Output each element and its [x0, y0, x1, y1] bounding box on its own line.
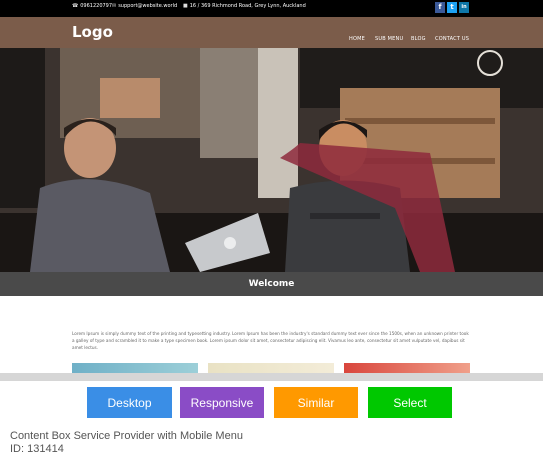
desktop-button[interactable]: Desktop [87, 387, 172, 418]
content-box-thumbnail[interactable] [344, 363, 470, 373]
content-box-thumbnail[interactable] [208, 363, 334, 373]
nav-item-blog[interactable]: BLOG [411, 36, 426, 42]
street-address: 16 / 369 Richmond Road, Grey Lynn, Auckl… [189, 3, 306, 9]
main-navbar: Logo HOME SUB MENU BLOG CONTACT US [0, 17, 543, 48]
nav-item-sub-menu[interactable]: SUB MENU [375, 36, 403, 42]
select-button[interactable]: Select [368, 387, 452, 418]
responsive-button[interactable]: Responsive [180, 387, 264, 418]
linkedin-icon[interactable]: in [459, 2, 469, 13]
welcome-bar: Welcome [0, 272, 543, 296]
content-box-thumbnail[interactable] [72, 363, 198, 373]
envelope-icon: ✉ [112, 3, 117, 9]
nav-item-home[interactable]: HOME [349, 36, 365, 42]
top-contact-bar: ☎ 0961220797 ✉ support@website.world ■ 1… [0, 0, 543, 17]
building-icon: ■ [183, 3, 188, 9]
twitter-icon[interactable]: t [447, 2, 457, 13]
facebook-icon[interactable]: f [435, 2, 445, 13]
preview-divider [0, 373, 543, 381]
site-logo[interactable]: Logo [72, 23, 113, 41]
template-id: ID: 131414 [10, 443, 64, 455]
phone-icon: ☎ [72, 3, 79, 9]
email-address: support@website.world [118, 3, 178, 9]
intro-paragraph: Lorem Ipsum is simply dummy text of the … [72, 331, 469, 350]
hero-photo [0, 48, 543, 272]
phone-number: 0961220797 [80, 3, 113, 9]
address-contact: ■ 16 / 369 Richmond Road, Grey Lynn, Auc… [183, 3, 306, 9]
similar-button[interactable]: Similar [274, 387, 358, 418]
welcome-heading: Welcome [248, 279, 295, 289]
email-contact[interactable]: ✉ support@website.world [112, 3, 177, 9]
nav-item-contact-us[interactable]: CONTACT US [435, 36, 469, 42]
template-caption: Content Box Service Provider with Mobile… [10, 430, 243, 456]
hero-illustration [0, 48, 543, 272]
template-title: Content Box Service Provider with Mobile… [10, 430, 243, 442]
phone-contact[interactable]: ☎ 0961220797 [72, 3, 112, 9]
